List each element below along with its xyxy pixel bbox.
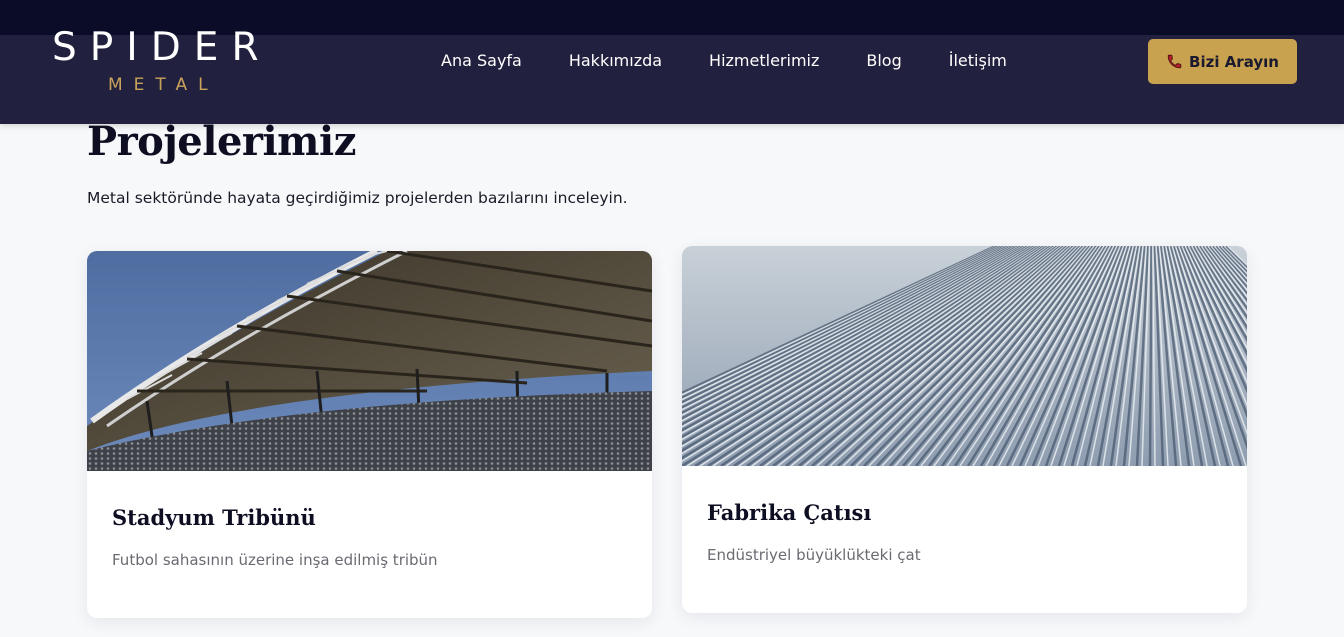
call-us-label: Bizi Arayın — [1189, 52, 1279, 71]
project-title: Fabrika Çatısı — [707, 500, 872, 525]
factory-roof-image — [682, 246, 1247, 466]
stadium-roof-image — [87, 251, 652, 471]
logo-wordmark: SPIDER — [52, 25, 272, 70]
project-card-stadium[interactable]: Stadyum Tribünü Futbol sahasının üzerine… — [87, 251, 652, 618]
logo[interactable]: SPIDER METAL — [52, 0, 292, 110]
nav-item-contact[interactable]: İletişim — [949, 51, 1007, 70]
nav-item-services[interactable]: Hizmetlerimiz — [709, 51, 819, 70]
main-nav: Ana Sayfa Hakkımızda Hizmetlerimiz Blog … — [441, 0, 1054, 124]
nav-item-blog[interactable]: Blog — [866, 51, 901, 70]
section-title: Projelerimiz — [87, 118, 356, 165]
project-description: Endüstriyel büyüklükteki çat — [707, 546, 921, 564]
call-us-button[interactable]: Bizi Arayın — [1148, 39, 1297, 84]
phone-icon — [1167, 54, 1182, 69]
logo-tagline: METAL — [108, 75, 219, 95]
section-subtitle: Metal sektöründe hayata geçirdiğimiz pro… — [87, 189, 628, 207]
nav-item-home[interactable]: Ana Sayfa — [441, 51, 522, 70]
project-title: Stadyum Tribünü — [112, 505, 316, 530]
project-card-factory[interactable]: Fabrika Çatısı Endüstriyel büyüklükteki … — [682, 246, 1247, 613]
project-description: Futbol sahasının üzerine inşa edilmiş tr… — [112, 551, 438, 569]
nav-item-about[interactable]: Hakkımızda — [569, 51, 662, 70]
